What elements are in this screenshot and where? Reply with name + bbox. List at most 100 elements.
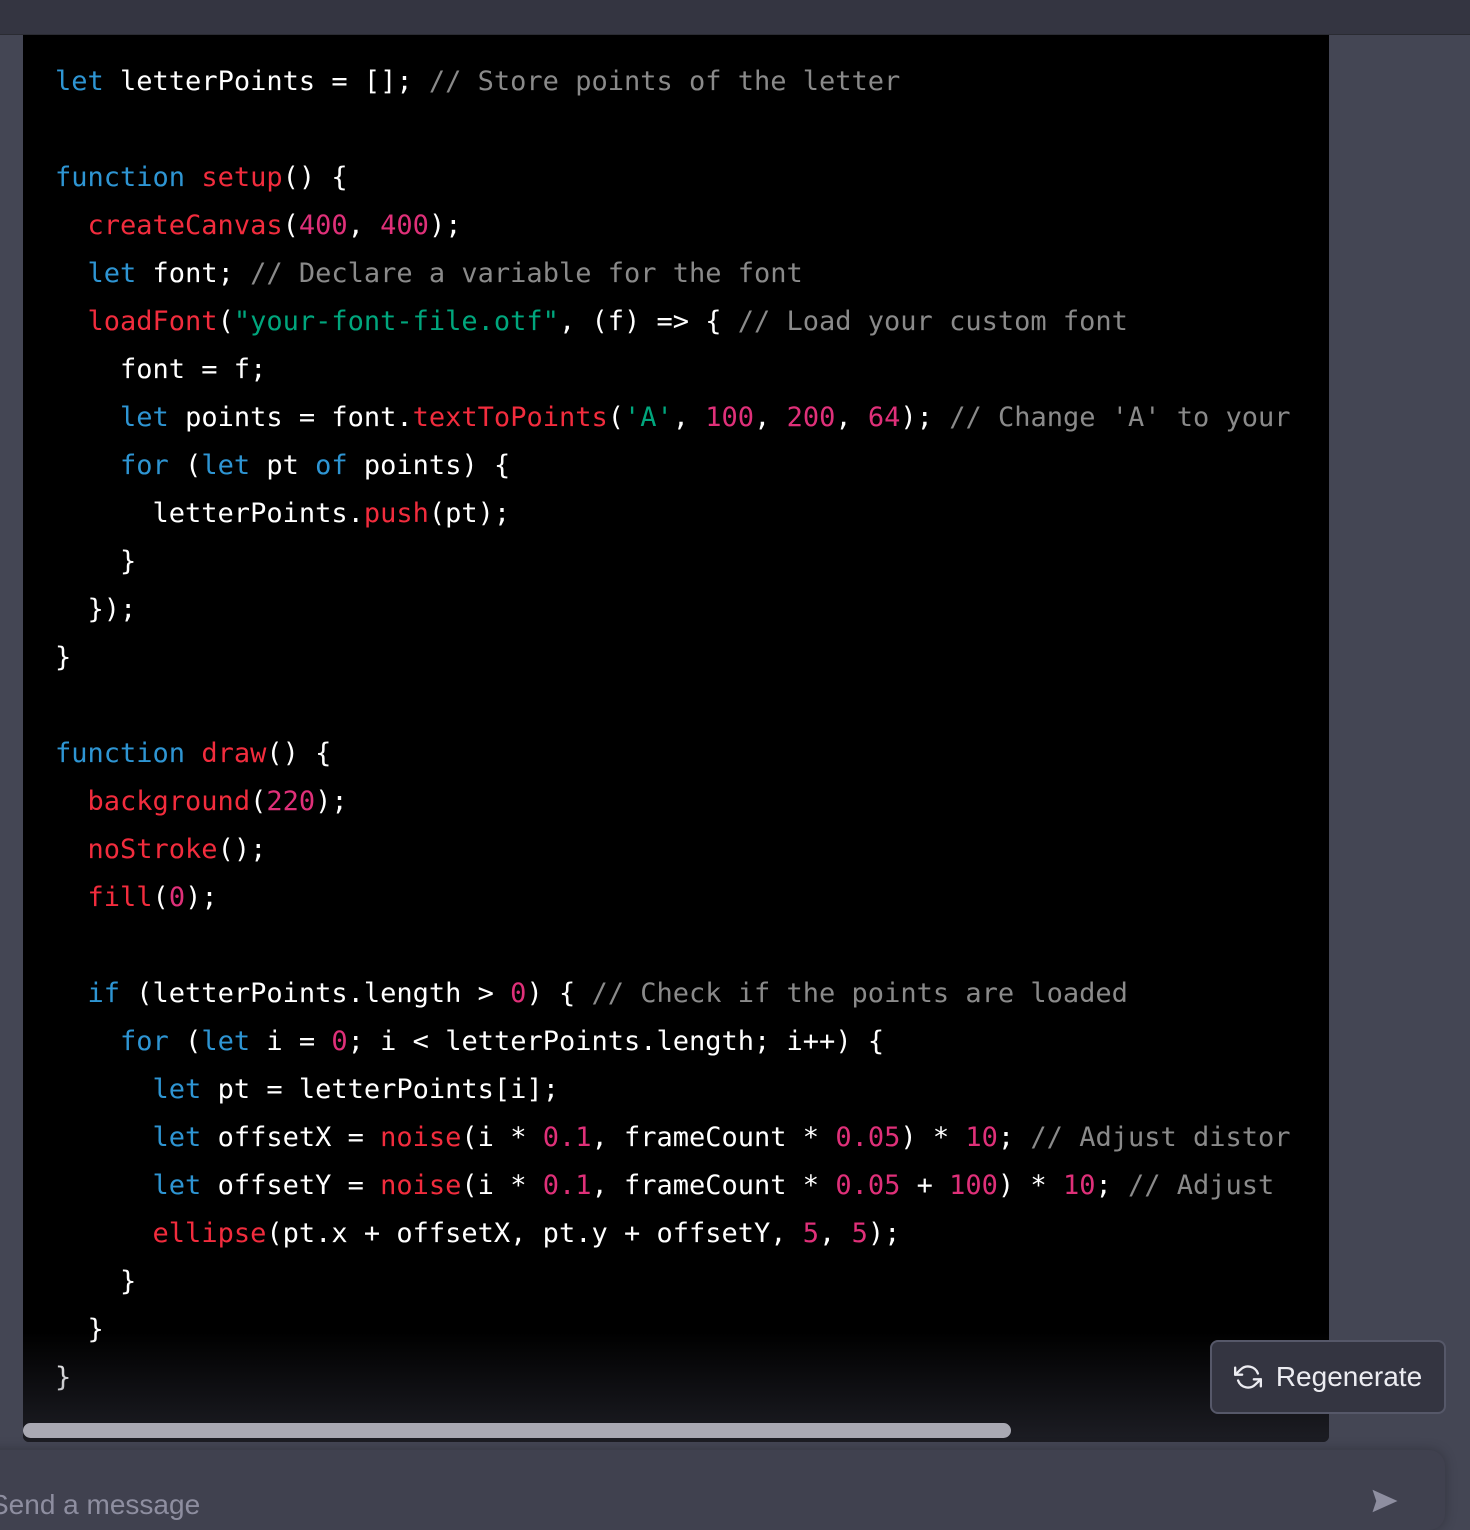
code-token: points) { xyxy=(347,450,511,481)
code-token: , (f) => { xyxy=(558,306,738,337)
code-line: } xyxy=(55,1354,1291,1402)
code-token: ( xyxy=(607,402,624,433)
send-icon[interactable] xyxy=(1370,1486,1400,1516)
code-token: (pt.x + offsetX, pt.y + offsetY, xyxy=(266,1218,803,1249)
code-token: if xyxy=(87,978,121,1009)
code-token: 100 xyxy=(949,1170,998,1201)
message-composer xyxy=(0,1450,1445,1530)
code-token: let xyxy=(152,1170,202,1201)
code-token: ; xyxy=(997,1122,1031,1153)
code-token: ) * xyxy=(900,1122,966,1153)
code-token: ); xyxy=(428,210,462,241)
code-token: // Adjust distor xyxy=(1030,1122,1291,1153)
code-line: let points = font.textToPoints('A', 100,… xyxy=(55,394,1291,442)
code-token: ); xyxy=(185,882,218,913)
scrollbar-thumb[interactable] xyxy=(23,1423,1011,1438)
code-line: background(220); xyxy=(55,778,1291,826)
code-token: 64 xyxy=(867,402,901,433)
code-token: points = font. xyxy=(168,402,413,433)
code-token: , xyxy=(347,210,381,241)
code-token: font = f; xyxy=(55,354,267,385)
code-token: i = xyxy=(250,1026,332,1057)
code-token: push xyxy=(363,498,429,529)
code-token: let xyxy=(152,1122,202,1153)
code-token: 100 xyxy=(705,402,755,433)
code-line: letterPoints.push(pt); xyxy=(55,490,1291,538)
code-token: , xyxy=(819,1218,852,1249)
code-token: fill xyxy=(87,882,153,913)
regenerate-button[interactable]: Regenerate xyxy=(1210,1340,1446,1414)
code-token: ( xyxy=(282,210,299,241)
code-token: 0.1 xyxy=(542,1170,592,1201)
code-token: let xyxy=(55,66,104,97)
code-line: } xyxy=(55,1306,1291,1354)
code-token: (letterPoints.length > xyxy=(120,978,511,1009)
code-line: } xyxy=(55,538,1291,586)
code-token: let xyxy=(201,450,251,481)
code-line: for (let i = 0; i < letterPoints.length;… xyxy=(55,1018,1291,1066)
code-token: offsetX = xyxy=(201,1122,381,1153)
code-line: font = f; xyxy=(55,346,1291,394)
code-token: 0 xyxy=(510,978,527,1009)
code-token: for xyxy=(120,450,169,481)
code-line: let pt = letterPoints[i]; xyxy=(55,1066,1291,1114)
code-line: if (letterPoints.length > 0) { // Check … xyxy=(55,970,1291,1018)
code-token: (); xyxy=(217,834,267,865)
code-token: 0 xyxy=(168,882,186,913)
code-token: 220 xyxy=(266,786,316,817)
code-token: let xyxy=(87,258,137,289)
code-token: "your-font-file.otf" xyxy=(233,306,559,337)
code-token: // Adjust xyxy=(1127,1170,1291,1201)
code-token: , frameCount * xyxy=(591,1170,836,1201)
code-token: 400 xyxy=(380,210,429,241)
code-token: offsetY = xyxy=(201,1170,381,1201)
code-token: ); xyxy=(867,1218,901,1249)
code-token: font; xyxy=(136,258,251,289)
code-line: let font; // Declare a variable for the … xyxy=(55,250,1291,298)
code-token: pt xyxy=(250,450,316,481)
horizontal-scrollbar[interactable] xyxy=(23,1420,1329,1442)
top-bar xyxy=(0,0,1470,35)
code-token: } xyxy=(55,1266,137,1297)
code-token: } xyxy=(55,1362,72,1393)
message-input[interactable] xyxy=(0,1488,1292,1522)
code-line: ellipse(pt.x + offsetX, pt.y + offsetY, … xyxy=(55,1210,1291,1258)
code-content: let letterPoints = []; // Store points o… xyxy=(55,58,1291,1402)
code-token: ) { xyxy=(526,978,592,1009)
code-token: ; xyxy=(1095,1170,1128,1201)
code-token: background xyxy=(87,786,251,817)
code-token: of xyxy=(315,450,348,481)
code-line: } xyxy=(55,1258,1291,1306)
code-token: ; i < letterPoints.length; i++) { xyxy=(347,1026,885,1057)
code-token: ); xyxy=(900,402,950,433)
code-token: noStroke xyxy=(87,834,218,865)
code-token: , frameCount * xyxy=(591,1122,836,1153)
code-token: ( xyxy=(168,1026,202,1057)
code-token: } xyxy=(55,1314,104,1345)
refresh-icon xyxy=(1233,1363,1262,1391)
code-block: let letterPoints = []; // Store points o… xyxy=(23,35,1329,1442)
code-token: (i * xyxy=(461,1122,543,1153)
code-token: (pt); xyxy=(428,498,511,529)
code-token: } xyxy=(55,642,72,673)
code-token: function xyxy=(55,162,186,193)
code-token: + xyxy=(900,1170,950,1201)
code-token: 400 xyxy=(298,210,348,241)
code-token: // Load your custom font xyxy=(737,306,1128,337)
code-token: function xyxy=(55,738,186,769)
code-token: 200 xyxy=(786,402,836,433)
code-token: ellipse xyxy=(152,1218,267,1249)
